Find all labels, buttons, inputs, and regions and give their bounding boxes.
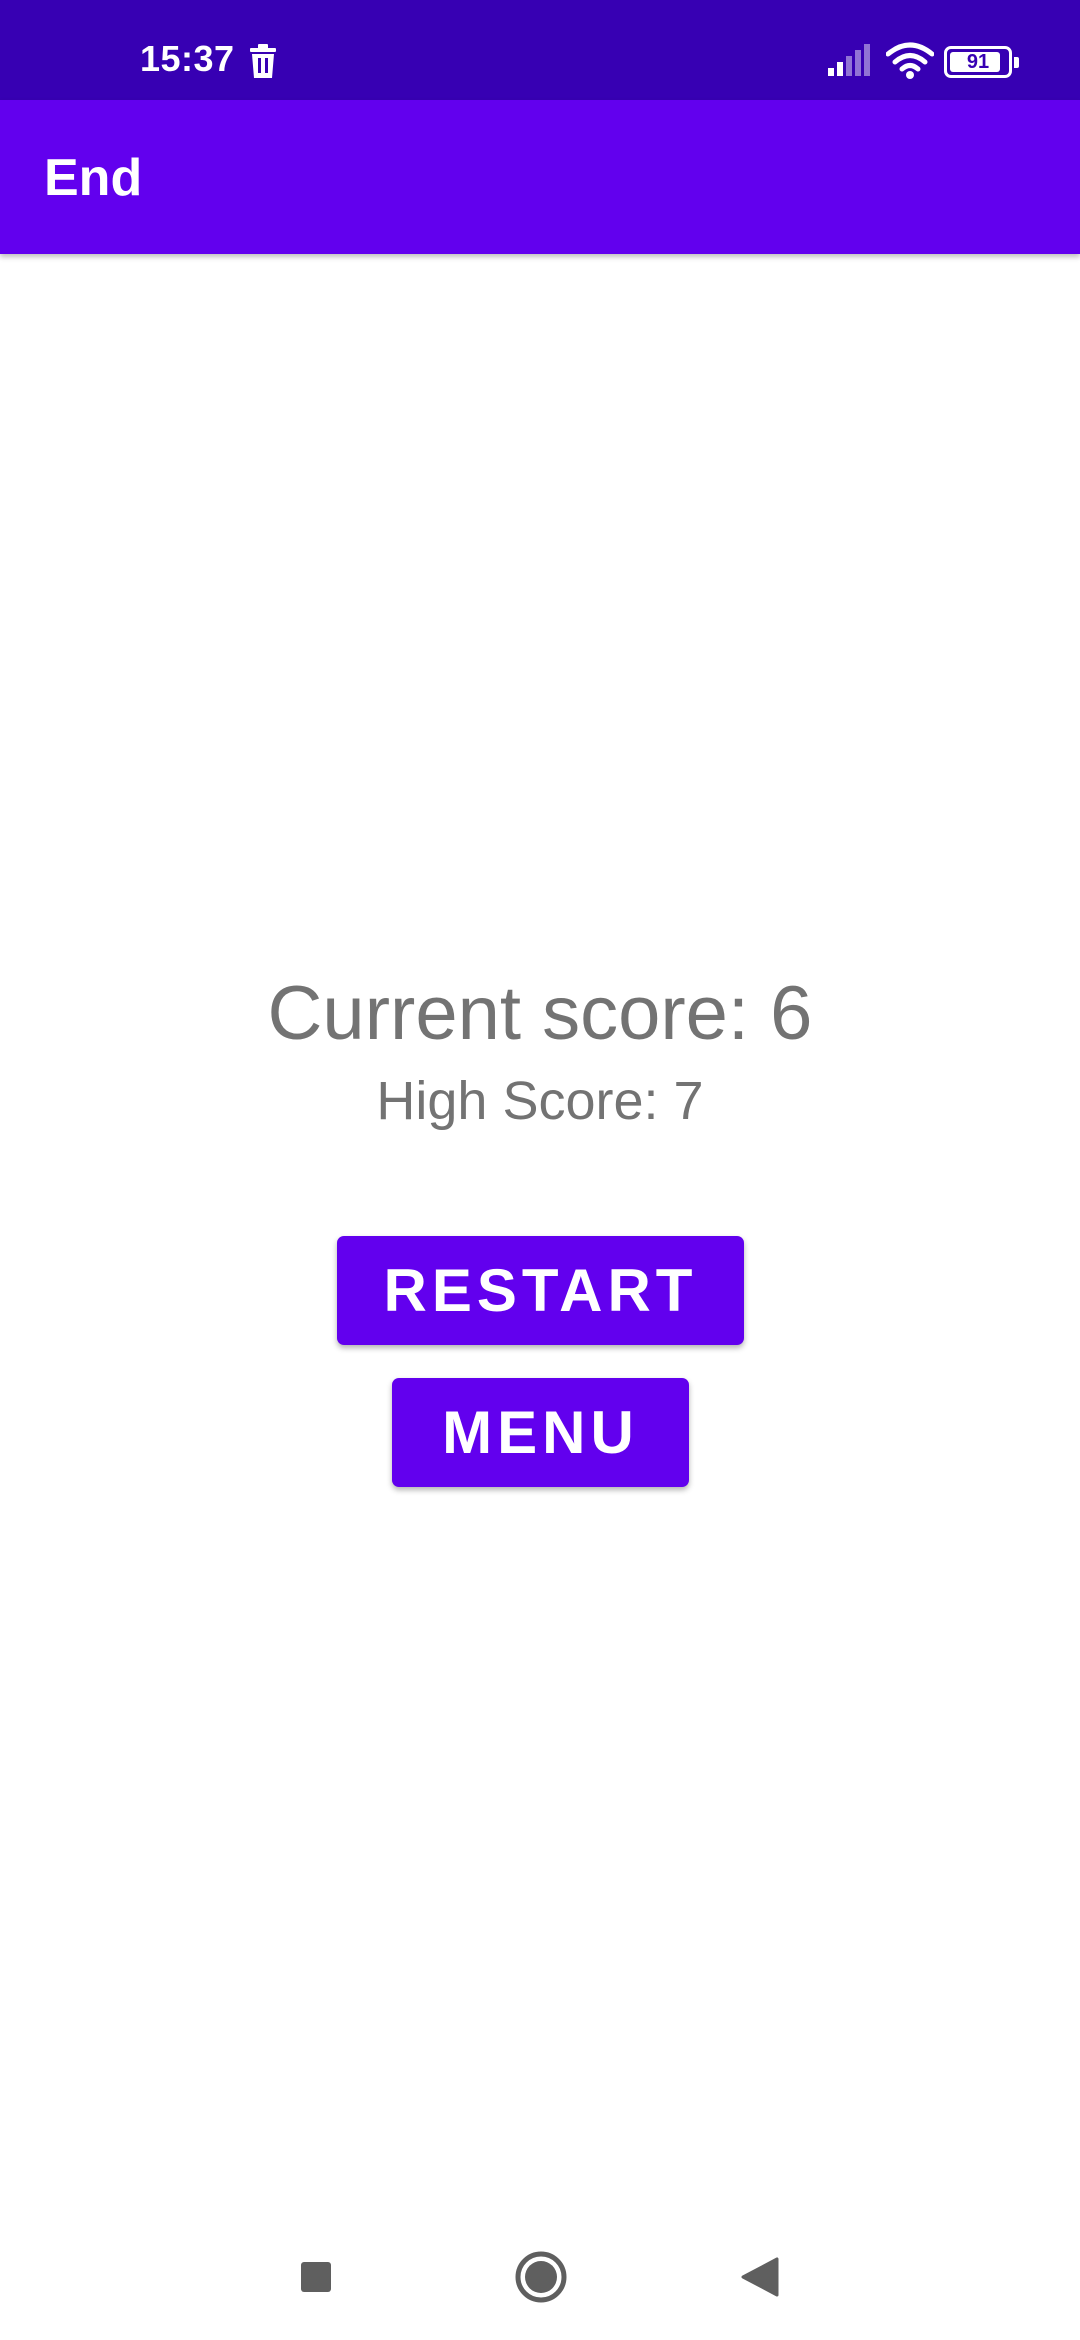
trash-icon <box>250 44 276 78</box>
menu-button[interactable]: MENU <box>392 1378 689 1487</box>
back-icon[interactable] <box>741 2257 779 2297</box>
restart-button[interactable]: RESTART <box>337 1236 744 1345</box>
recents-icon[interactable] <box>301 2262 331 2292</box>
current-score-text: Current score: 6 <box>267 971 813 1056</box>
signal-icon <box>828 44 870 76</box>
home-icon[interactable] <box>514 2250 568 2304</box>
battery-icon: 91 <box>944 46 1019 78</box>
high-score-text: High Score: 7 <box>376 1071 704 1131</box>
status-time: 15:37 <box>140 38 235 79</box>
app-bar: End <box>0 100 1080 254</box>
battery-level: 91 <box>966 50 990 73</box>
navigation-bar <box>0 2220 1080 2340</box>
page-title: End <box>44 149 143 207</box>
status-bar: 15:37 91 <box>0 0 1080 100</box>
wifi-icon <box>886 42 934 79</box>
